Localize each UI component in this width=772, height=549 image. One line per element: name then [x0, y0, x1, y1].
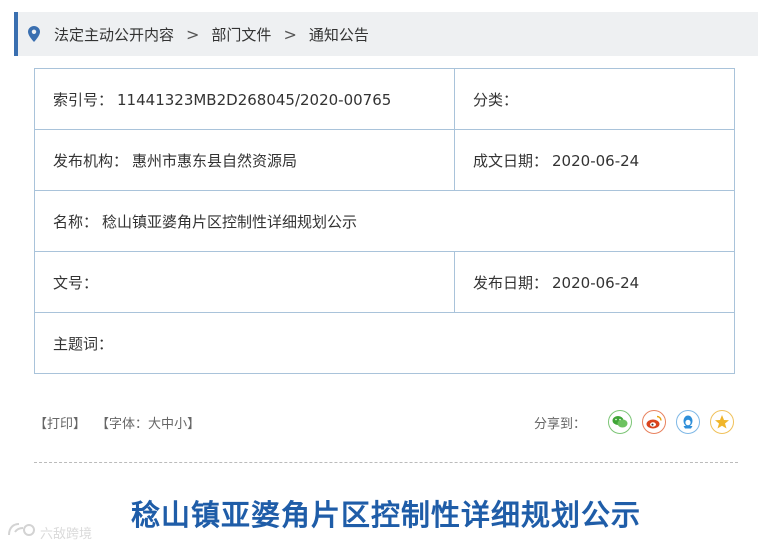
weibo-icon[interactable] [642, 410, 666, 434]
location-pin-icon [28, 26, 40, 42]
category-cell: 分类： [454, 68, 735, 130]
article-toolbar: 【打印】 【字体：大中小】 分享到： [34, 404, 734, 440]
breadcrumb-item-public-content[interactable]: 法定主动公开内容 [54, 24, 174, 45]
breadcrumb-item-notices[interactable]: 通知公告 [309, 24, 369, 45]
table-row: 发布机构： 惠州市惠东县自然资源局 成文日期： 2020-06-24 [34, 129, 735, 191]
category-label: 分类： [473, 90, 519, 109]
table-row: 文号： 发布日期： 2020-06-24 [34, 251, 735, 313]
share-bar: 分享到： [534, 410, 734, 434]
index-label: 索引号： [53, 90, 114, 109]
breadcrumb-separator: > [283, 24, 297, 44]
publisher-label: 发布机构： [53, 151, 129, 170]
published-date-cell: 发布日期： 2020-06-24 [454, 251, 735, 313]
table-row: 名称： 稔山镇亚婆角片区控制性详细规划公示 [34, 190, 735, 252]
breadcrumb-separator: > [186, 24, 200, 44]
font-size-small-button[interactable]: 小 [174, 417, 187, 432]
share-label: 分享到： [533, 416, 586, 432]
publisher-value: 惠州市惠东县自然资源局 [132, 151, 298, 170]
document-info-table: 索引号： 11441323MB2D268045/2020-00765 分类： 发布… [34, 68, 735, 374]
subject-cell: 主题词： [34, 312, 735, 374]
docno-cell: 文号： [34, 251, 455, 313]
table-row: 主题词： [34, 312, 735, 374]
breadcrumb: 法定主动公开内容 > 部门文件 > 通知公告 [14, 12, 758, 56]
font-size-medium-button[interactable]: 中 [161, 417, 174, 432]
watermark-text: 六敌跨境 [40, 526, 93, 542]
breadcrumb-item-department-files[interactable]: 部门文件 [211, 24, 271, 45]
watermark-logo-icon [6, 522, 36, 542]
qq-icon[interactable] [676, 410, 700, 434]
publisher-cell: 发布机构： 惠州市惠东县自然资源局 [34, 129, 455, 191]
name-label: 名称： [53, 212, 99, 231]
qzone-icon[interactable] [710, 410, 734, 434]
name-cell: 名称： 稔山镇亚婆角片区控制性详细规划公示 [34, 190, 735, 252]
index-value: 11441323MB2D268045/2020-00765 [117, 90, 392, 109]
watermark: 六敌跨境 [6, 522, 92, 542]
published-date-value: 2020-06-24 [552, 273, 640, 292]
subject-label: 主题词： [53, 334, 114, 353]
font-size-suffix: 】 [187, 416, 201, 432]
name-value: 稔山镇亚婆角片区控制性详细规划公示 [102, 212, 358, 231]
font-size-large-button[interactable]: 大 [148, 417, 161, 432]
docno-label: 文号： [53, 273, 99, 292]
created-date-value: 2020-06-24 [552, 151, 640, 170]
article-title: 稔山镇亚婆角片区控制性详细规划公示 [130, 498, 641, 532]
wechat-icon[interactable] [608, 410, 632, 434]
font-size-controls: 【字体：大中小】 [96, 413, 200, 432]
created-date-cell: 成文日期： 2020-06-24 [454, 129, 735, 191]
font-size-prefix: 【字体： [96, 416, 149, 432]
table-row: 索引号： 11441323MB2D268045/2020-00765 分类： [34, 68, 735, 130]
print-button[interactable]: 【打印】 [34, 413, 86, 432]
dashed-divider [34, 462, 738, 463]
published-date-label: 发布日期： [473, 273, 549, 292]
created-date-label: 成文日期： [473, 151, 549, 170]
index-cell: 索引号： 11441323MB2D268045/2020-00765 [34, 68, 455, 130]
